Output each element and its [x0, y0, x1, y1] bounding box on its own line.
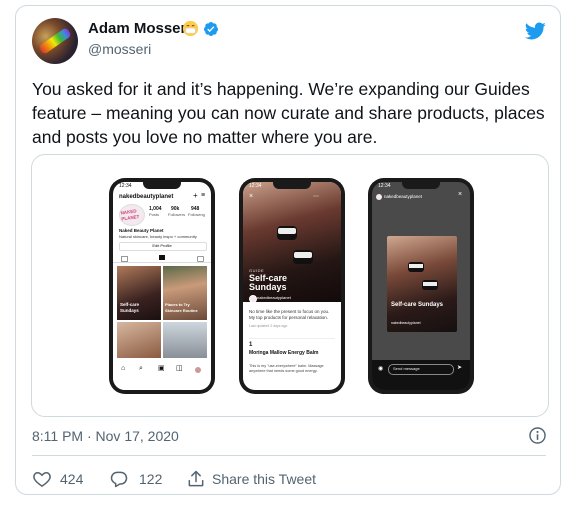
- reply-icon: [110, 471, 128, 488]
- send-message-input[interactable]: Send message: [393, 366, 420, 372]
- share-button[interactable]: Share this Tweet: [186, 469, 346, 489]
- info-icon[interactable]: [528, 426, 547, 445]
- reels-icon[interactable]: ▣: [158, 365, 165, 372]
- search-icon[interactable]: ⌕: [139, 365, 143, 372]
- camera-icon[interactable]: ◉: [378, 366, 383, 372]
- face-with-medical-mask-icon: [182, 20, 199, 37]
- divider: [32, 455, 546, 456]
- phone-profile-screen: 12:34 nakedbeautyplanet + ≡ NAKED PLANET…: [109, 178, 215, 394]
- heart-icon: [33, 471, 51, 487]
- profile-username: nakedbeautyplanet: [119, 194, 174, 200]
- like-count: 424: [60, 471, 84, 487]
- reply-count: 122: [139, 471, 163, 487]
- author-handle[interactable]: @mosseri: [88, 41, 151, 57]
- stat-following-label: Following: [188, 212, 205, 217]
- twitter-bird-icon[interactable]: [522, 20, 548, 42]
- guide-body: No time like the present to focus on you…: [249, 309, 330, 320]
- guide-item-body: This is my "use-everywhere" balm. Massag…: [249, 364, 324, 373]
- menu-icon: ≡: [201, 192, 206, 199]
- status-time: 12:34: [119, 183, 132, 189]
- tweet-text: You asked for it and it’s happening. We’…: [32, 79, 545, 147]
- send-icon[interactable]: ➤: [457, 365, 462, 371]
- home-icon[interactable]: ⌂: [121, 365, 125, 372]
- close-icon[interactable]: ×: [249, 193, 253, 200]
- status-time: 12:34: [378, 183, 391, 189]
- guide-updated: Last updated 2 days ago: [249, 324, 288, 328]
- close-icon[interactable]: ×: [458, 191, 462, 198]
- tweet-timestamp[interactable]: 8:11 PM · Nov 17, 2020: [32, 428, 179, 444]
- reply-button[interactable]: 122: [109, 469, 179, 489]
- guide-tile-label: Self-care Sundays: [120, 302, 140, 313]
- verified-badge-icon: [203, 22, 218, 36]
- guide-item-title: Moringa Mallow Energy Balm: [249, 350, 319, 356]
- stat-followers-label: Followers: [168, 212, 186, 217]
- guide-username[interactable]: nakedbeautyplanet: [257, 295, 291, 301]
- like-button[interactable]: 424: [32, 469, 102, 489]
- more-icon[interactable]: ⋯: [313, 194, 319, 200]
- story-card-username: nakedbeautyplanet: [391, 321, 421, 325]
- share-label: Share this Tweet: [212, 471, 317, 487]
- author-name[interactable]: Adam Mosseri: [88, 20, 191, 37]
- add-icon: +: [193, 191, 198, 200]
- guide-tile-label: Places to Try Skincare Routine: [165, 302, 198, 313]
- phone-guide-screen: 12:34 × ⋯ GUIDE Self-care Sundays nakedb…: [239, 178, 345, 394]
- avatar[interactable]: [32, 18, 78, 64]
- stat-posts-label: Posts: [149, 212, 160, 217]
- story-username[interactable]: nakedbeautyplanet: [384, 194, 422, 200]
- tweet-card: Adam Mosseri @mosseri You asked for it a…: [15, 5, 561, 495]
- story-card-title: Self-care Sundays: [391, 302, 444, 308]
- guide-title: Self-care Sundays: [249, 273, 288, 292]
- edit-profile-button[interactable]: Edit Profile: [113, 243, 211, 249]
- share-icon: [188, 470, 204, 487]
- status-time: 12:34: [249, 183, 262, 189]
- shop-icon[interactable]: ◫: [176, 365, 183, 372]
- bio-line: Natural skincare, beauty inspo + communi…: [119, 234, 197, 239]
- phone-story-screen: 12:34 nakedbeautyplanet × Self-care Sund…: [368, 178, 474, 394]
- tweet-media[interactable]: 12:34 nakedbeautyplanet + ≡ NAKED PLANET…: [31, 154, 549, 417]
